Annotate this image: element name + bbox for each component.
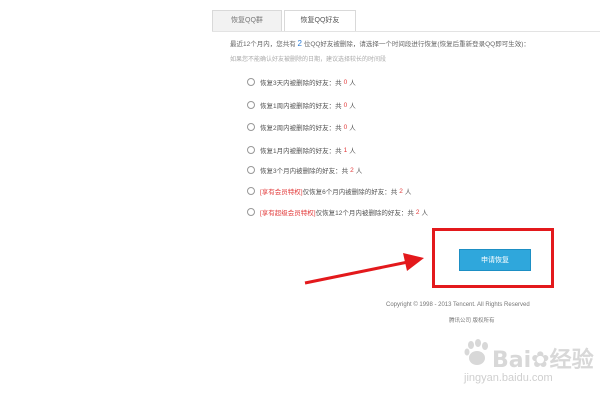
footer-copyright: Copyright © 1998 - 2013 Tencent. All Rig… (386, 302, 530, 308)
annotation-arrow-icon (304, 253, 424, 285)
watermark-brand-cn: 经验 (549, 348, 594, 373)
baidu-paw-icon (464, 339, 488, 365)
arrow-head (403, 253, 424, 271)
arrow-shaft (304, 260, 409, 285)
apply-recover-button[interactable]: 申请恢复 (459, 249, 531, 271)
watermark-brand-latin: Bai (492, 348, 532, 373)
footer-links[interactable]: 腾讯公司 版权所有 (449, 316, 495, 324)
watermark-url: jingyan.baidu.com (464, 372, 553, 384)
watermark-brand: Bai✿经验 (492, 342, 594, 374)
watermark-du-icon: ✿ (531, 348, 550, 373)
